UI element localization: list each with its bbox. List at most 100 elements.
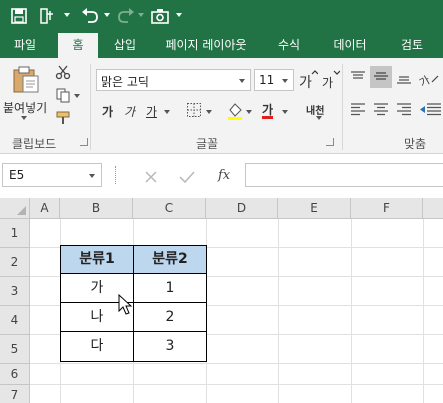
- row-header-2[interactable]: 2: [0, 248, 30, 277]
- tab-home[interactable]: 홈: [58, 33, 98, 58]
- align-middle-icon: [374, 72, 388, 80]
- paste-icon: [13, 66, 39, 93]
- copy-button[interactable]: [55, 87, 71, 107]
- scissors-icon: [55, 65, 71, 80]
- font-launcher-icon[interactable]: [326, 138, 334, 146]
- tab-file[interactable]: 파일: [8, 33, 42, 58]
- borders-button[interactable]: [186, 102, 202, 122]
- bold-button[interactable]: 가: [102, 103, 113, 120]
- align-center-button[interactable]: [373, 102, 389, 122]
- chevron-down-icon: [89, 174, 95, 178]
- paste-dropdown-icon[interactable]: [21, 116, 27, 120]
- table-cell[interactable]: 3: [133, 331, 207, 362]
- gridline: [30, 384, 443, 385]
- touch-mode-dropdown-icon[interactable]: [64, 13, 70, 17]
- name-box[interactable]: E5: [2, 163, 102, 187]
- row-header-5[interactable]: 5: [0, 335, 30, 364]
- underline-dropdown-icon[interactable]: [164, 110, 170, 114]
- paste-button[interactable]: [10, 64, 42, 98]
- group-divider: [342, 64, 343, 150]
- gridline: [30, 363, 443, 364]
- align-left-button[interactable]: [350, 102, 366, 122]
- copy-dropdown-icon[interactable]: [74, 94, 80, 98]
- table-header-cell[interactable]: 분류2: [133, 245, 207, 274]
- save-icon[interactable]: [10, 6, 28, 26]
- formula-bar-resize-handle[interactable]: [115, 166, 118, 184]
- tab-page-layout[interactable]: 페이지 레이아웃: [152, 33, 260, 58]
- table-header-cell[interactable]: 분류1: [60, 245, 134, 274]
- column-header-b[interactable]: B: [60, 198, 133, 219]
- align-right-icon: [397, 103, 411, 116]
- decrease-font-icon: 가: [322, 70, 341, 90]
- align-top-button[interactable]: [350, 70, 366, 90]
- chevron-down-icon: [239, 79, 245, 83]
- column-header-c[interactable]: C: [133, 198, 206, 219]
- touch-mode-icon[interactable]: [38, 6, 56, 26]
- undo-dropdown-icon[interactable]: [104, 13, 110, 17]
- check-icon: [179, 171, 195, 184]
- clipboard-group-label: 클립보드: [12, 137, 57, 151]
- italic-button[interactable]: 가: [124, 103, 135, 120]
- close-icon: [145, 171, 157, 183]
- align-middle-button[interactable]: [370, 66, 392, 88]
- format-painter-button[interactable]: [55, 110, 73, 130]
- column-header-g[interactable]: [423, 198, 443, 219]
- tab-review[interactable]: 검토: [392, 33, 432, 58]
- column-header-a[interactable]: A: [30, 198, 60, 219]
- confirm-entry-button[interactable]: [179, 169, 195, 188]
- font-name-value: 맑은 고딕: [101, 75, 149, 89]
- tab-insert[interactable]: 삽입: [106, 33, 144, 58]
- borders-icon: [187, 103, 201, 117]
- tab-data[interactable]: 데이터: [326, 33, 374, 58]
- ribbon-home: 붙여넣기 클립보드 맑은 고딕 11 가 가 가 가 가 가 내천 글꼴 가 맞…: [0, 58, 443, 154]
- formula-input[interactable]: [245, 163, 443, 187]
- increase-font-size-button[interactable]: 가: [298, 70, 319, 94]
- select-all-button[interactable]: [0, 198, 30, 219]
- camera-icon[interactable]: [150, 6, 170, 26]
- svg-text:가: 가: [322, 76, 333, 90]
- row-header-7[interactable]: 7: [0, 385, 30, 403]
- row-header-6[interactable]: 6: [0, 364, 30, 385]
- redo-dropdown-icon[interactable]: [138, 13, 144, 17]
- font-color-button[interactable]: 가: [262, 101, 273, 118]
- customize-qat-icon[interactable]: [176, 13, 182, 17]
- cancel-entry-button[interactable]: [144, 169, 158, 188]
- insert-function-button[interactable]: fx: [218, 168, 230, 183]
- font-name-select[interactable]: 맑은 고딕: [96, 69, 251, 91]
- clipboard-launcher-icon[interactable]: [80, 138, 88, 146]
- font-size-select[interactable]: 11: [254, 69, 294, 91]
- row-header-3[interactable]: 3: [0, 277, 30, 306]
- column-header-e[interactable]: E: [278, 198, 351, 219]
- align-right-button[interactable]: [396, 102, 412, 122]
- alignment-group-label: 맞춤: [404, 137, 427, 151]
- fill-color-dropdown-icon[interactable]: [246, 110, 252, 114]
- row-header-1[interactable]: 1: [0, 219, 30, 248]
- column-header-d[interactable]: D: [206, 198, 278, 219]
- table-cell[interactable]: 다: [60, 331, 134, 362]
- decrease-font-size-button[interactable]: 가: [320, 70, 341, 94]
- align-top-icon: [351, 71, 365, 79]
- align-bottom-button[interactable]: [396, 70, 412, 90]
- borders-dropdown-icon[interactable]: [206, 110, 212, 114]
- column-header-f[interactable]: F: [351, 198, 423, 219]
- cut-button[interactable]: [55, 64, 71, 84]
- align-center-icon: [374, 103, 388, 116]
- row-header-4[interactable]: 4: [0, 306, 30, 335]
- decrease-indent-icon: [420, 103, 441, 116]
- tab-formulas[interactable]: 수식: [272, 33, 306, 58]
- undo-icon[interactable]: [80, 6, 100, 26]
- phonetic-guide-button[interactable]: 내천: [306, 102, 324, 117]
- group-divider: [90, 64, 91, 150]
- worksheet-grid: A B C D E F 1 2 3 4 5 6 7 분류1 분류2 가 1 나 …: [0, 198, 443, 403]
- underline-button[interactable]: 가: [146, 103, 157, 120]
- decrease-indent-button[interactable]: [419, 102, 441, 122]
- table-cell[interactable]: 2: [133, 302, 207, 332]
- fill-color-button[interactable]: [226, 101, 244, 125]
- paste-label[interactable]: 붙여넣기: [3, 99, 47, 116]
- redo-icon[interactable]: [116, 6, 136, 26]
- font-color-dropdown-icon[interactable]: [282, 110, 288, 114]
- orientation-button[interactable]: 가: [417, 68, 440, 92]
- phonetic-dropdown-icon[interactable]: [316, 116, 322, 120]
- paint-bucket-icon: [228, 103, 242, 120]
- table-cell[interactable]: 1: [133, 273, 207, 303]
